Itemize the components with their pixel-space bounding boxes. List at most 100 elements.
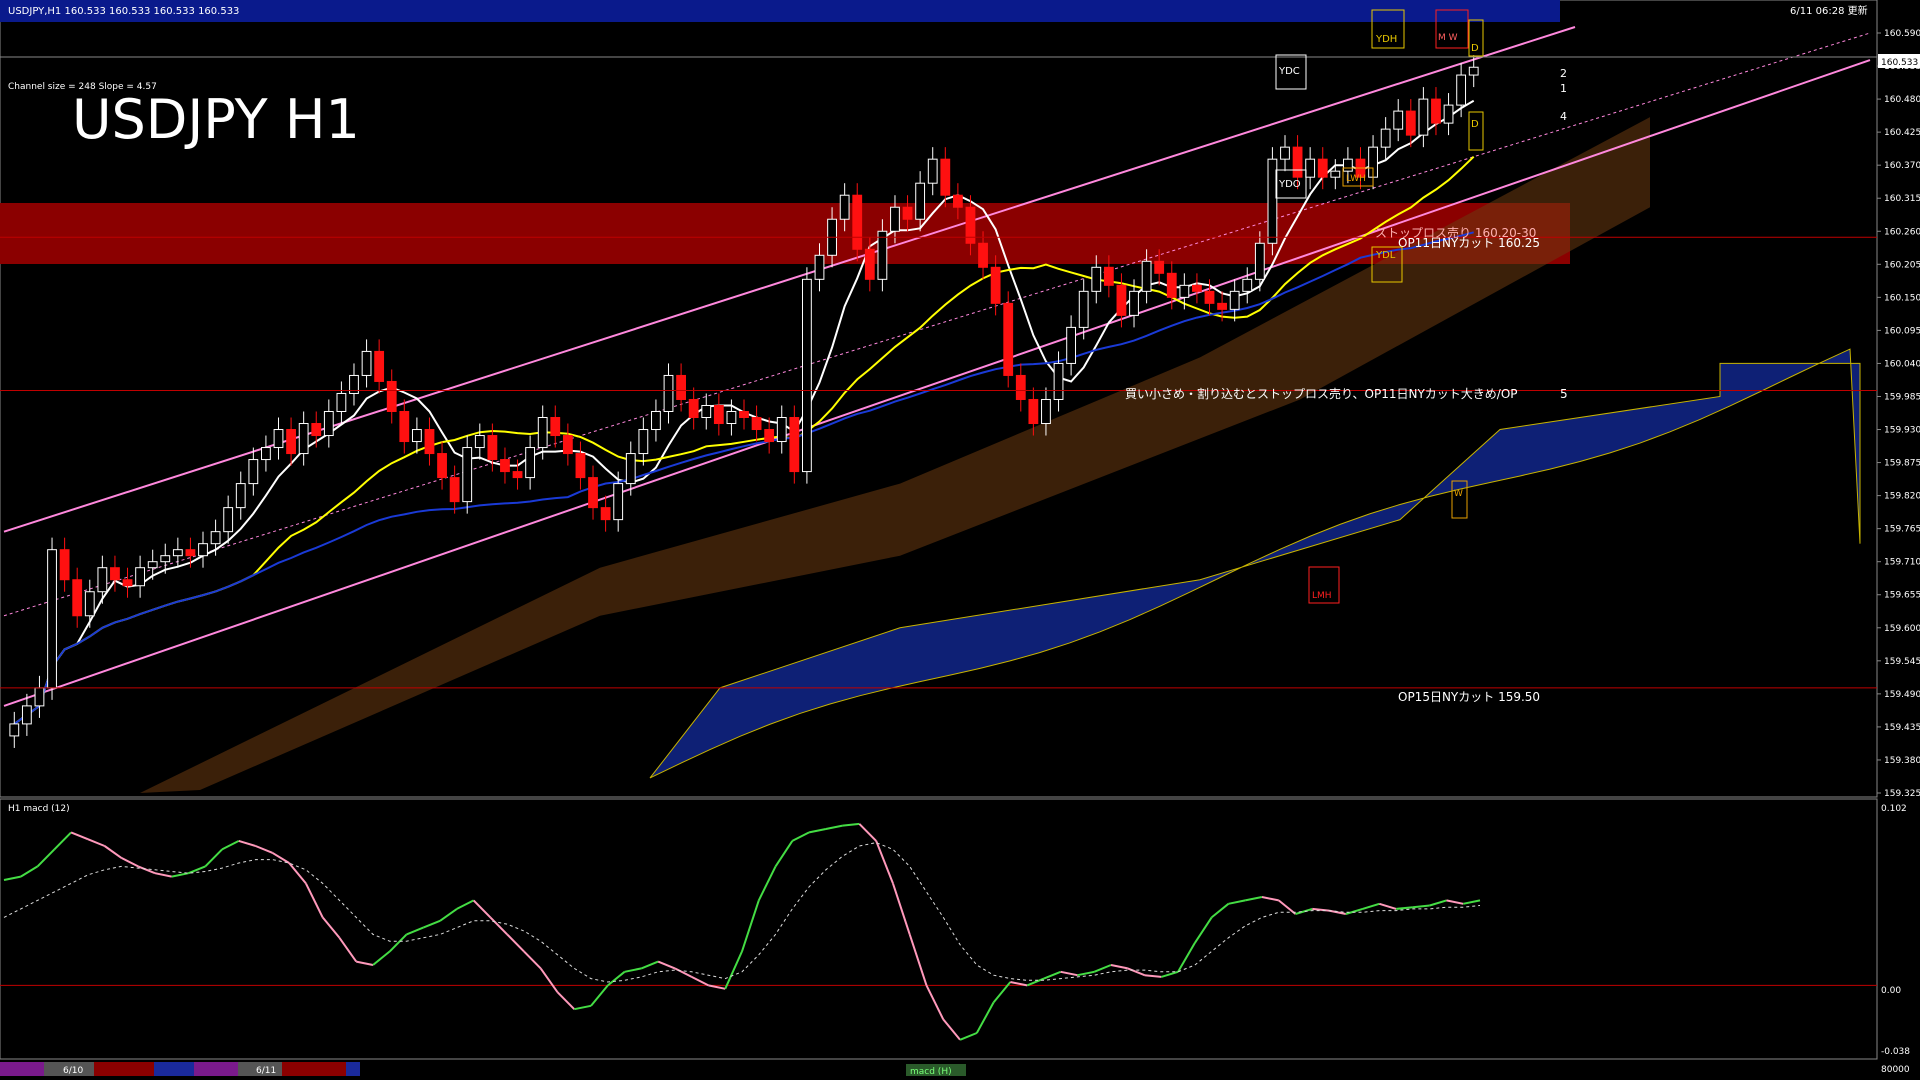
date-bar-seg-5 <box>194 1062 238 1076</box>
candle-body <box>34 687 45 707</box>
candle-body <box>1015 374 1026 400</box>
macd-zero-label: 0.00 <box>1881 986 1901 996</box>
candle-body <box>1116 284 1127 316</box>
candle-body <box>1393 110 1404 130</box>
marker-5: 5 <box>1560 387 1568 401</box>
candle-body <box>386 380 397 412</box>
candle-body <box>59 549 70 581</box>
candle-body <box>588 477 598 509</box>
candle-body <box>764 429 775 443</box>
candle-body <box>21 705 32 725</box>
candle-body <box>1380 128 1391 148</box>
y-tick-label: 159.875 <box>1884 459 1920 469</box>
candle-body <box>1342 158 1353 172</box>
candle-body <box>902 206 913 220</box>
candle-body <box>1267 158 1278 244</box>
candle-body <box>625 453 636 485</box>
candle-body <box>1443 104 1454 124</box>
candle-body <box>877 230 888 280</box>
candle-body <box>814 254 825 280</box>
candle-body <box>638 429 649 455</box>
candle-body <box>537 417 548 449</box>
lwh-label: LWH <box>1346 174 1366 184</box>
candle-body <box>1242 278 1253 292</box>
y-tick-label: 159.655 <box>1884 591 1920 601</box>
candle-body <box>147 561 158 569</box>
macd-top-label: 0.102 <box>1881 804 1907 814</box>
candle-body <box>1166 272 1177 298</box>
candle-body <box>1405 110 1416 136</box>
candle-body <box>852 194 863 250</box>
candle-body <box>361 350 372 376</box>
candle-body <box>1468 66 1479 76</box>
candle-body <box>613 483 624 521</box>
y-tick-label: 159.435 <box>1884 723 1920 733</box>
candle-body <box>122 579 133 587</box>
candle-body <box>990 266 1001 304</box>
ydl-label: YDL <box>1375 250 1396 261</box>
resistance-zone <box>0 203 1570 264</box>
candle-body <box>1418 98 1429 136</box>
ydc-label: YDC <box>1278 66 1300 77</box>
candle-body <box>739 410 749 419</box>
date-bar-seg-8 <box>346 1062 360 1076</box>
y-tick-label: 160.425 <box>1884 128 1920 138</box>
op11-label: OP11日NYカット 160.25 <box>1398 236 1540 250</box>
macd-panel-frame <box>0 798 1878 1060</box>
y-tick-label: 159.380 <box>1884 756 1920 766</box>
candle-body <box>927 158 938 184</box>
candle-body <box>864 248 875 280</box>
macd-axis-max: 80000 <box>1881 1065 1910 1075</box>
candle-body <box>298 423 309 455</box>
d-label-mid: D <box>1471 119 1479 130</box>
ydh-label: YDH <box>1375 34 1397 45</box>
comment-text: 買い小さめ・割り込むとストップロス売り、OP11日NYカット大きめ/OP <box>1125 386 1518 401</box>
y-tick-label: 160.260 <box>1884 227 1920 237</box>
candle-body <box>1066 326 1077 364</box>
date-label-6-10: 6/10 <box>63 1066 83 1076</box>
candle-body <box>802 278 812 473</box>
mw-label: M W <box>1438 33 1458 43</box>
candle-body <box>713 404 724 425</box>
candle-body <box>575 453 586 479</box>
candle-body <box>9 723 20 737</box>
y-tick-label: 160.370 <box>1884 161 1920 171</box>
candle-body <box>411 429 422 443</box>
candle-body <box>1330 170 1341 178</box>
candle-body <box>500 459 510 473</box>
candle-body <box>286 429 296 455</box>
candle-body <box>1192 284 1202 292</box>
candle-body <box>135 567 146 587</box>
candle-body <box>1053 362 1064 400</box>
candle-body <box>474 435 485 449</box>
y-tick-label: 159.820 <box>1884 492 1920 502</box>
candle-body <box>198 543 208 557</box>
y-tick-label: 160.040 <box>1884 359 1920 369</box>
candle-body <box>160 555 171 563</box>
candle-body <box>751 417 762 431</box>
y-tick-label: 159.985 <box>1884 392 1920 402</box>
candle-body <box>1292 146 1303 178</box>
candle-body <box>550 417 561 437</box>
candle-body <box>84 591 95 617</box>
candle-body <box>726 410 737 425</box>
candle-body <box>462 447 473 503</box>
chart-canvas[interactable]: 160.590160.535160.480160.425160.370160.3… <box>0 0 1920 1080</box>
candle-body <box>663 374 674 412</box>
date-bar-seg-7 <box>282 1062 346 1076</box>
candle-body <box>1154 260 1165 274</box>
candle-body <box>1305 158 1316 178</box>
candle-body <box>952 194 963 208</box>
y-tick-label: 160.480 <box>1884 95 1920 105</box>
candle-body <box>235 483 246 509</box>
candle-body <box>525 447 536 479</box>
candle-body <box>688 398 699 419</box>
w-label: W <box>1454 489 1463 499</box>
candle-body <box>424 429 435 455</box>
candle-body <box>273 429 284 449</box>
candle-body <box>487 435 498 461</box>
symbol-line: USDJPY,H1 160.533 160.533 160.533 160.53… <box>8 6 239 17</box>
y-tick-label: 159.600 <box>1884 624 1920 634</box>
y-tick-label: 159.930 <box>1884 426 1920 436</box>
date-bar-seg-3 <box>94 1062 154 1076</box>
